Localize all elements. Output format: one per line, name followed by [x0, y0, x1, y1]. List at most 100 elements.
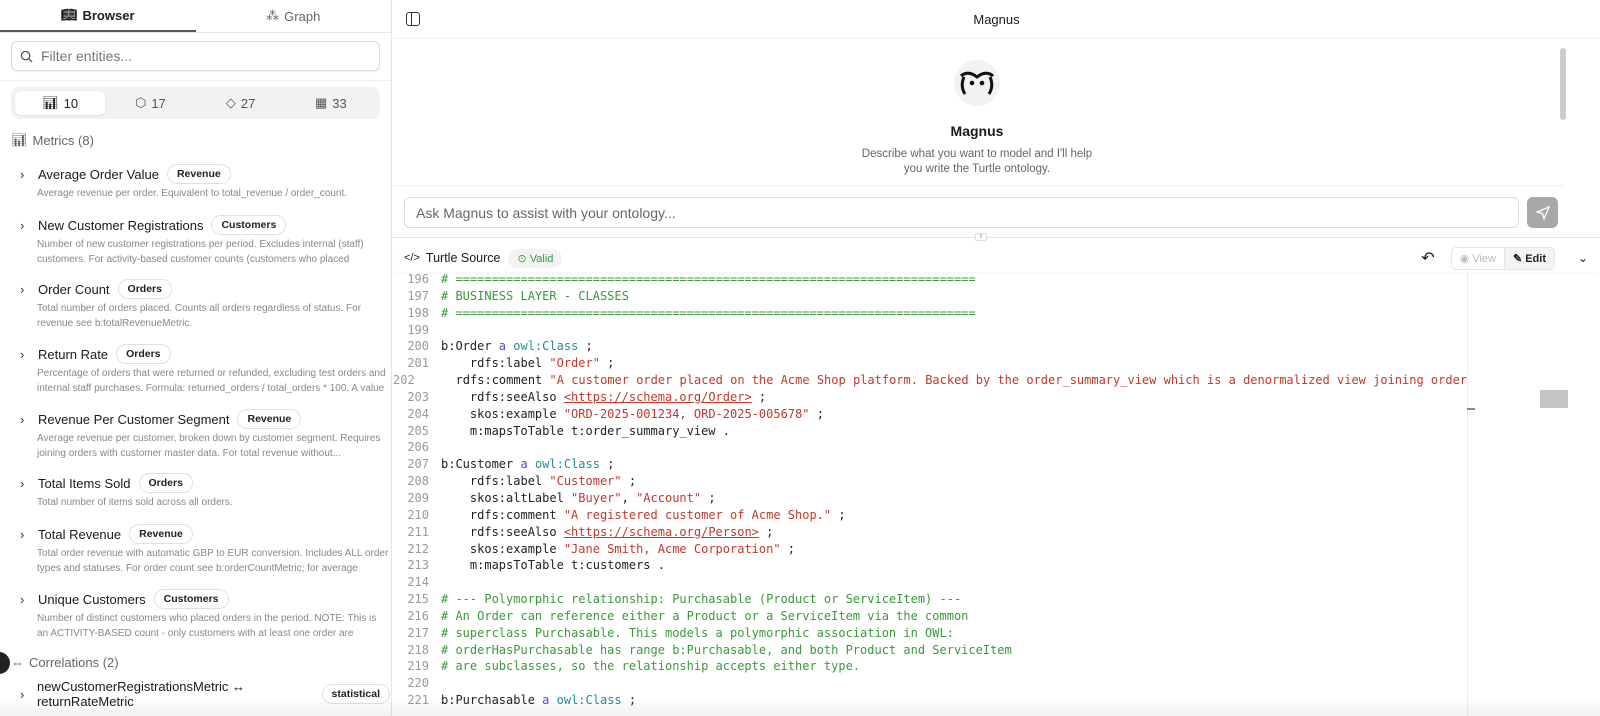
- chevron-down-icon[interactable]: ⌄: [1578, 251, 1588, 265]
- code-token: owl:Class: [513, 339, 579, 354]
- count: 17: [151, 95, 166, 111]
- classes-count-tab[interactable]: ⬡ 17: [105, 91, 195, 115]
- code-token: ;: [701, 490, 716, 505]
- line-number: 219: [407, 659, 429, 674]
- bar-chart-icon: 📊︎: [11, 132, 28, 147]
- floating-button[interactable]: [0, 652, 10, 674]
- metric-badge: Revenue: [166, 164, 231, 184]
- link-icon: ⇔: [11, 655, 24, 670]
- undo-icon[interactable]: ↶: [1421, 248, 1434, 268]
- graph-icon: ⁂: [266, 8, 280, 23]
- metric-title: New Customer Registrations: [38, 217, 204, 233]
- code-token: skos:altLabel: [441, 490, 572, 505]
- metric-item[interactable]: › Return Rate Orders Percentage of orders t…: [20, 344, 390, 396]
- code-line: 213 m:mapsToTable t:customers .: [393, 557, 1467, 574]
- send-button[interactable]: [1527, 197, 1558, 228]
- chat-scrollbar[interactable]: [1560, 48, 1566, 120]
- code-token: owl:Class: [534, 457, 600, 472]
- filter-entities-field[interactable]: [11, 41, 380, 71]
- metric-title: Order Count: [38, 281, 110, 297]
- correlations-section-header[interactable]: ⇔ Correlations (2): [11, 655, 119, 670]
- metric-item[interactable]: › Total Revenue Revenue Total order revenue…: [20, 524, 390, 576]
- line-number: 214: [407, 575, 429, 590]
- code-token: # ======================================…: [441, 272, 976, 286]
- code-line: 205 m:mapsToTable t:order_summary_view .: [393, 423, 1467, 440]
- assistant-name: Magnus: [950, 123, 1004, 139]
- code-line: 211 rdfs:seeAlso <https://schema.org/Per…: [393, 524, 1467, 541]
- metrics-count-tab[interactable]: 📊︎ 10: [15, 91, 106, 115]
- metric-item[interactable]: › Unique Customers Customers Number of dist…: [20, 589, 390, 641]
- code-token: "Customer": [549, 474, 622, 489]
- code-line: 214: [393, 574, 1467, 591]
- code-token: ;: [621, 474, 637, 489]
- code-line: 203 rdfs:seeAlso <https://schema.org/Ord…: [393, 389, 1467, 406]
- divider: [393, 185, 1563, 186]
- tag-icon: ◇: [225, 95, 236, 110]
- metric-item[interactable]: › Average Order Value Revenue Average reven…: [20, 164, 390, 201]
- line-number: 208: [407, 474, 429, 489]
- chevron-right-icon: ›: [20, 591, 25, 607]
- code-editor[interactable]: 196 # ===================================…: [393, 271, 1467, 716]
- chevron-right-icon: ›: [20, 166, 25, 182]
- tab-browser[interactable]: 📖︎ Browser: [0, 0, 196, 32]
- chat-input[interactable]: [404, 197, 1519, 228]
- count: 10: [63, 95, 79, 111]
- code-line: 199: [393, 322, 1467, 339]
- code-line: 202 rdfs:comment "A customer order place…: [393, 372, 1467, 389]
- metric-item[interactable]: › Order Count Orders Total number of orders…: [20, 279, 390, 331]
- tables-count-tab[interactable]: ▦ 33: [286, 91, 376, 115]
- code-line: 196 # ===================================…: [393, 271, 1467, 288]
- editor-title: Turtle Source: [425, 251, 501, 265]
- code-token: ;: [758, 524, 774, 539]
- editor-scrollbar-thumb[interactable]: [1540, 390, 1568, 408]
- main-panel: Magnus Magnus Describe what you want to …: [393, 0, 1600, 716]
- code-token: a: [520, 457, 528, 472]
- line-number: 201: [407, 356, 429, 371]
- line-number: 197: [407, 288, 429, 303]
- metric-description: Average revenue per order. Equivalent to…: [37, 188, 348, 199]
- code-token: rdfs:label: [441, 356, 550, 371]
- code-line: 197 # BUSINESS LAYER - CLASSES: [393, 288, 1467, 305]
- metric-description: Percentage of orders that were returned …: [37, 368, 386, 394]
- code-token: "ORD-2025-001234, ORD-2025-005678": [563, 406, 810, 421]
- metric-description: Total order revenue with automatic GBP t…: [37, 548, 389, 574]
- code-token: "Account": [636, 490, 702, 505]
- tags-count-tab[interactable]: ◇ 27: [196, 91, 286, 115]
- view-button[interactable]: ◉ View: [1452, 248, 1504, 269]
- line-number: 200: [407, 339, 429, 354]
- line-number: 207: [407, 457, 429, 472]
- code-line: 209 skos:altLabel "Buyer", "Account" ;: [393, 490, 1467, 507]
- code-token: ;: [809, 406, 824, 421]
- metrics-section-header[interactable]: 📊︎ Metrics (8): [11, 132, 94, 148]
- filter-entities-input[interactable]: [41, 48, 379, 64]
- metric-item[interactable]: › Total Items Sold Orders Total number of i…: [20, 473, 390, 510]
- header-title: Magnus: [973, 11, 1020, 27]
- metric-badge: Revenue: [237, 409, 302, 429]
- resize-handle[interactable]: ⦙⦙: [975, 233, 987, 241]
- divider: [0, 80, 391, 81]
- code-token: ,: [621, 490, 637, 505]
- code-line: 204 skos:example "ORD-2025-001234, ORD-2…: [393, 406, 1467, 423]
- code-line: 219 # are subclasses, so the relationship…: [393, 658, 1467, 675]
- code-token: ;: [578, 339, 593, 354]
- code-token: <https://schema.org/Person>: [563, 524, 759, 539]
- edit-button[interactable]: ✎ Edit: [1503, 247, 1554, 269]
- code-token: # An Order can reference either a Produc…: [441, 608, 969, 623]
- tab-label: Graph: [284, 8, 321, 24]
- metric-badge: Customers: [153, 589, 229, 609]
- code-line: 206: [393, 439, 1467, 456]
- cube-icon: ⬡: [134, 95, 147, 110]
- sidebar-toggle-icon[interactable]: [406, 12, 420, 26]
- line-number: 215: [407, 592, 429, 607]
- line-number: 212: [407, 541, 429, 556]
- tab-graph[interactable]: ⁂ Graph: [196, 0, 392, 32]
- view-edit-toggle: ◉ View ✎ Edit: [1450, 246, 1555, 270]
- line-number: 210: [407, 507, 429, 522]
- metric-item[interactable]: › New Customer Registrations Customers Numb…: [20, 215, 390, 267]
- bottom-shadow: [0, 698, 1600, 716]
- code-token: "Buyer": [571, 490, 622, 505]
- chevron-right-icon: ›: [20, 281, 25, 297]
- code-line: 208 rdfs:label "Customer" ;: [393, 473, 1467, 490]
- metric-item[interactable]: › Revenue Per Customer Segment Revenue Aver…: [20, 409, 390, 461]
